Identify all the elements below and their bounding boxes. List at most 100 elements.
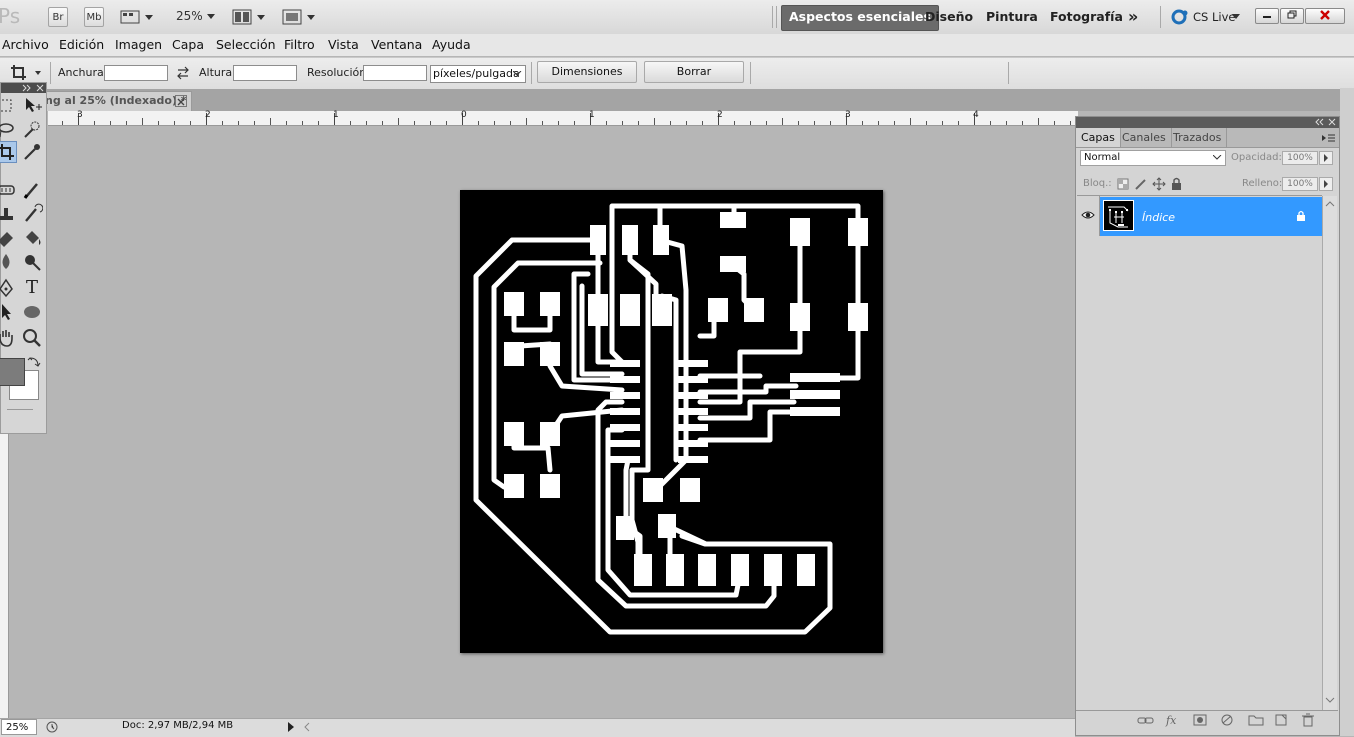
history-brush-tool-icon[interactable]: [21, 203, 44, 225]
delete-layer-icon: [1302, 713, 1314, 727]
workspace-photography[interactable]: Fotografía: [1043, 5, 1130, 29]
resolution-label: Resolución:: [307, 66, 370, 79]
horizontal-ruler: 3 2 1 0 1 2 3 4: [48, 110, 1078, 126]
status-menu-arrow-icon[interactable]: [286, 721, 296, 733]
lock-label: Bloq.:: [1083, 178, 1112, 189]
separator: [772, 6, 773, 28]
cs-live-dropdown-icon[interactable]: [1232, 14, 1241, 20]
menu-ayuda[interactable]: Ayuda: [432, 37, 471, 52]
menu-edicion[interactable]: Edición: [59, 37, 104, 52]
menu-vista[interactable]: Vista: [328, 37, 359, 52]
zoom-tool-icon[interactable]: [21, 327, 43, 349]
move-tool-icon[interactable]: [21, 95, 43, 117]
close-window-button[interactable]: [1305, 8, 1345, 24]
status-info-icon[interactable]: [46, 721, 58, 733]
lasso-tool-icon[interactable]: [0, 119, 17, 141]
hand-tool-icon[interactable]: [0, 327, 17, 349]
layer-style-icon: fx: [1165, 714, 1177, 727]
mini-bridge-button[interactable]: Mb: [84, 7, 104, 27]
path-selection-tool-icon[interactable]: [0, 301, 17, 323]
arrange-documents-button[interactable]: [232, 8, 272, 26]
foreground-color-swatch[interactable]: [0, 358, 25, 386]
panel-menu-icon[interactable]: [1322, 133, 1336, 143]
opacity-label: Opacidad:: [1231, 152, 1282, 163]
eyedropper-tool-icon[interactable]: [21, 141, 43, 163]
quick-selection-tool-icon[interactable]: [21, 119, 43, 141]
add-mask-icon: [1193, 714, 1207, 726]
layers-panel-tabs: Capas Canales Trazados: [1076, 128, 1339, 148]
minimize-button[interactable]: [1255, 8, 1279, 24]
workspace-painting[interactable]: Pintura: [979, 5, 1045, 29]
menu-archivo[interactable]: Archivo: [2, 37, 49, 52]
menu-seleccion[interactable]: Selección: [216, 37, 276, 52]
eraser-tool-icon[interactable]: [0, 227, 17, 249]
status-zoom-field[interactable]: 25%: [1, 719, 37, 735]
dimensions-button[interactable]: Dimensiones: [537, 61, 637, 83]
type-tool-icon[interactable]: T: [21, 277, 43, 299]
ellipse-tool-icon[interactable]: [21, 301, 43, 323]
height-input[interactable]: [233, 65, 297, 81]
dodge-tool-icon[interactable]: [21, 251, 43, 273]
view-extras-button[interactable]: [120, 8, 160, 26]
fill-slider-arrow-icon[interactable]: [1319, 177, 1333, 191]
opacity-input[interactable]: 100%: [1282, 151, 1318, 165]
layers-scrollbar[interactable]: [1322, 196, 1337, 710]
swap-dimensions-icon[interactable]: [176, 66, 190, 80]
brush-tool-icon[interactable]: [21, 179, 43, 201]
pen-tool-icon[interactable]: [0, 277, 17, 299]
tab-channels[interactable]: Canales: [1117, 128, 1172, 147]
collapse-icon[interactable]: [21, 84, 45, 92]
width-input[interactable]: [104, 65, 168, 81]
resolution-input[interactable]: [363, 65, 427, 81]
crop-tool-icon[interactable]: [0, 141, 17, 163]
menu-ventana[interactable]: Ventana: [371, 37, 422, 52]
lock-all-icon: [1172, 177, 1181, 190]
document-canvas[interactable]: [460, 190, 883, 653]
opacity-slider-arrow-icon[interactable]: [1319, 151, 1333, 165]
zoom-dropdown-icon[interactable]: [206, 13, 216, 21]
tab-paths[interactable]: Trazados: [1168, 128, 1228, 147]
clone-stamp-tool-icon[interactable]: [0, 203, 17, 225]
layer-name[interactable]: Índice: [1142, 211, 1175, 224]
more-workspaces-button[interactable]: »: [1121, 5, 1145, 29]
scroll-left-icon[interactable]: [302, 722, 312, 732]
menu-imagen[interactable]: Imagen: [115, 37, 162, 52]
tools-panel-header[interactable]: [1, 83, 46, 93]
layers-bottom-toolbar: fx: [1137, 713, 1314, 727]
screen-mode-button[interactable]: [282, 8, 322, 26]
marquee-tool-icon[interactable]: [0, 95, 17, 117]
paint-bucket-tool-icon[interactable]: [21, 227, 43, 249]
clear-button[interactable]: Borrar: [644, 61, 744, 83]
workspace-essentials[interactable]: Aspectos esenciales: [781, 5, 939, 31]
bridge-button[interactable]: Br: [48, 7, 68, 27]
blend-mode-select[interactable]: Normal: [1080, 150, 1226, 166]
document-title: ng al 25% (Indexado) *: [45, 94, 187, 107]
fill-input[interactable]: 100%: [1282, 177, 1318, 191]
cs-live-button[interactable]: CS Live: [1193, 10, 1235, 24]
workspace-design[interactable]: Diseño: [918, 5, 980, 29]
resolution-unit-select[interactable]: píxeles/pulgada: [430, 65, 526, 83]
close-document-button[interactable]: [175, 95, 187, 107]
lock-position-icon: [1152, 177, 1166, 191]
zoom-level[interactable]: 25%: [176, 9, 203, 23]
scroll-down-icon[interactable]: [1325, 696, 1335, 704]
new-group-icon: [1248, 715, 1264, 726]
spot-healing-tool-icon[interactable]: [0, 179, 17, 201]
photoshop-logo: Ps: [0, 4, 21, 28]
swap-colors-icon[interactable]: [27, 355, 41, 369]
restore-button[interactable]: [1280, 8, 1304, 24]
tab-layers[interactable]: Capas: [1076, 128, 1121, 147]
adjustment-layer-icon: [1221, 714, 1233, 726]
height-label: Altura:: [199, 66, 236, 79]
panel-collapse-icon[interactable]: [1314, 118, 1338, 127]
blur-tool-icon[interactable]: [0, 251, 17, 273]
layers-panel-header[interactable]: [1076, 117, 1339, 128]
tool-preset-picker[interactable]: [8, 62, 46, 84]
menu-capa[interactable]: Capa: [172, 37, 204, 52]
separator: [50, 62, 51, 84]
scroll-up-icon[interactable]: [1325, 200, 1335, 208]
separator: [1160, 6, 1161, 28]
menu-filtro[interactable]: Filtro: [284, 37, 315, 52]
restore-icon: [1287, 10, 1297, 19]
visibility-eye-icon[interactable]: [1081, 209, 1095, 221]
